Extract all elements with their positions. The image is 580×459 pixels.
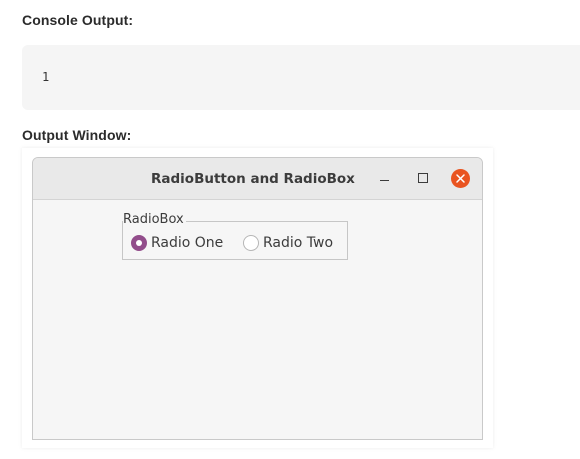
app-window: RadioButton and RadioBox RadioBox Radio … — [32, 157, 483, 440]
close-button[interactable] — [451, 169, 470, 188]
close-icon — [456, 174, 465, 183]
minimize-icon — [380, 180, 389, 181]
window-title: RadioButton and RadioBox — [151, 171, 355, 187]
page: Console Output: 1 Output Window: RadioBu… — [0, 0, 580, 459]
radiobox-label: RadioBox — [123, 212, 186, 228]
console-output-box: 1 — [22, 45, 580, 110]
console-output-text: 1 — [42, 70, 50, 84]
radio-dot — [136, 240, 142, 246]
radio-unchecked-icon[interactable] — [243, 235, 259, 251]
window-titlebar[interactable]: RadioButton and RadioBox — [33, 158, 482, 200]
maximize-button[interactable] — [418, 173, 428, 183]
radio-option-one[interactable]: Radio One — [131, 234, 241, 254]
console-output-heading: Console Output: — [22, 12, 134, 28]
output-window-heading: Output Window: — [22, 127, 132, 143]
radio-option-two-label: Radio Two — [263, 235, 334, 251]
radio-option-one-label: Radio One — [151, 235, 224, 251]
radio-option-two[interactable]: Radio Two — [243, 234, 348, 254]
minimize-button[interactable] — [378, 171, 392, 185]
radio-checked-icon[interactable] — [131, 235, 147, 251]
